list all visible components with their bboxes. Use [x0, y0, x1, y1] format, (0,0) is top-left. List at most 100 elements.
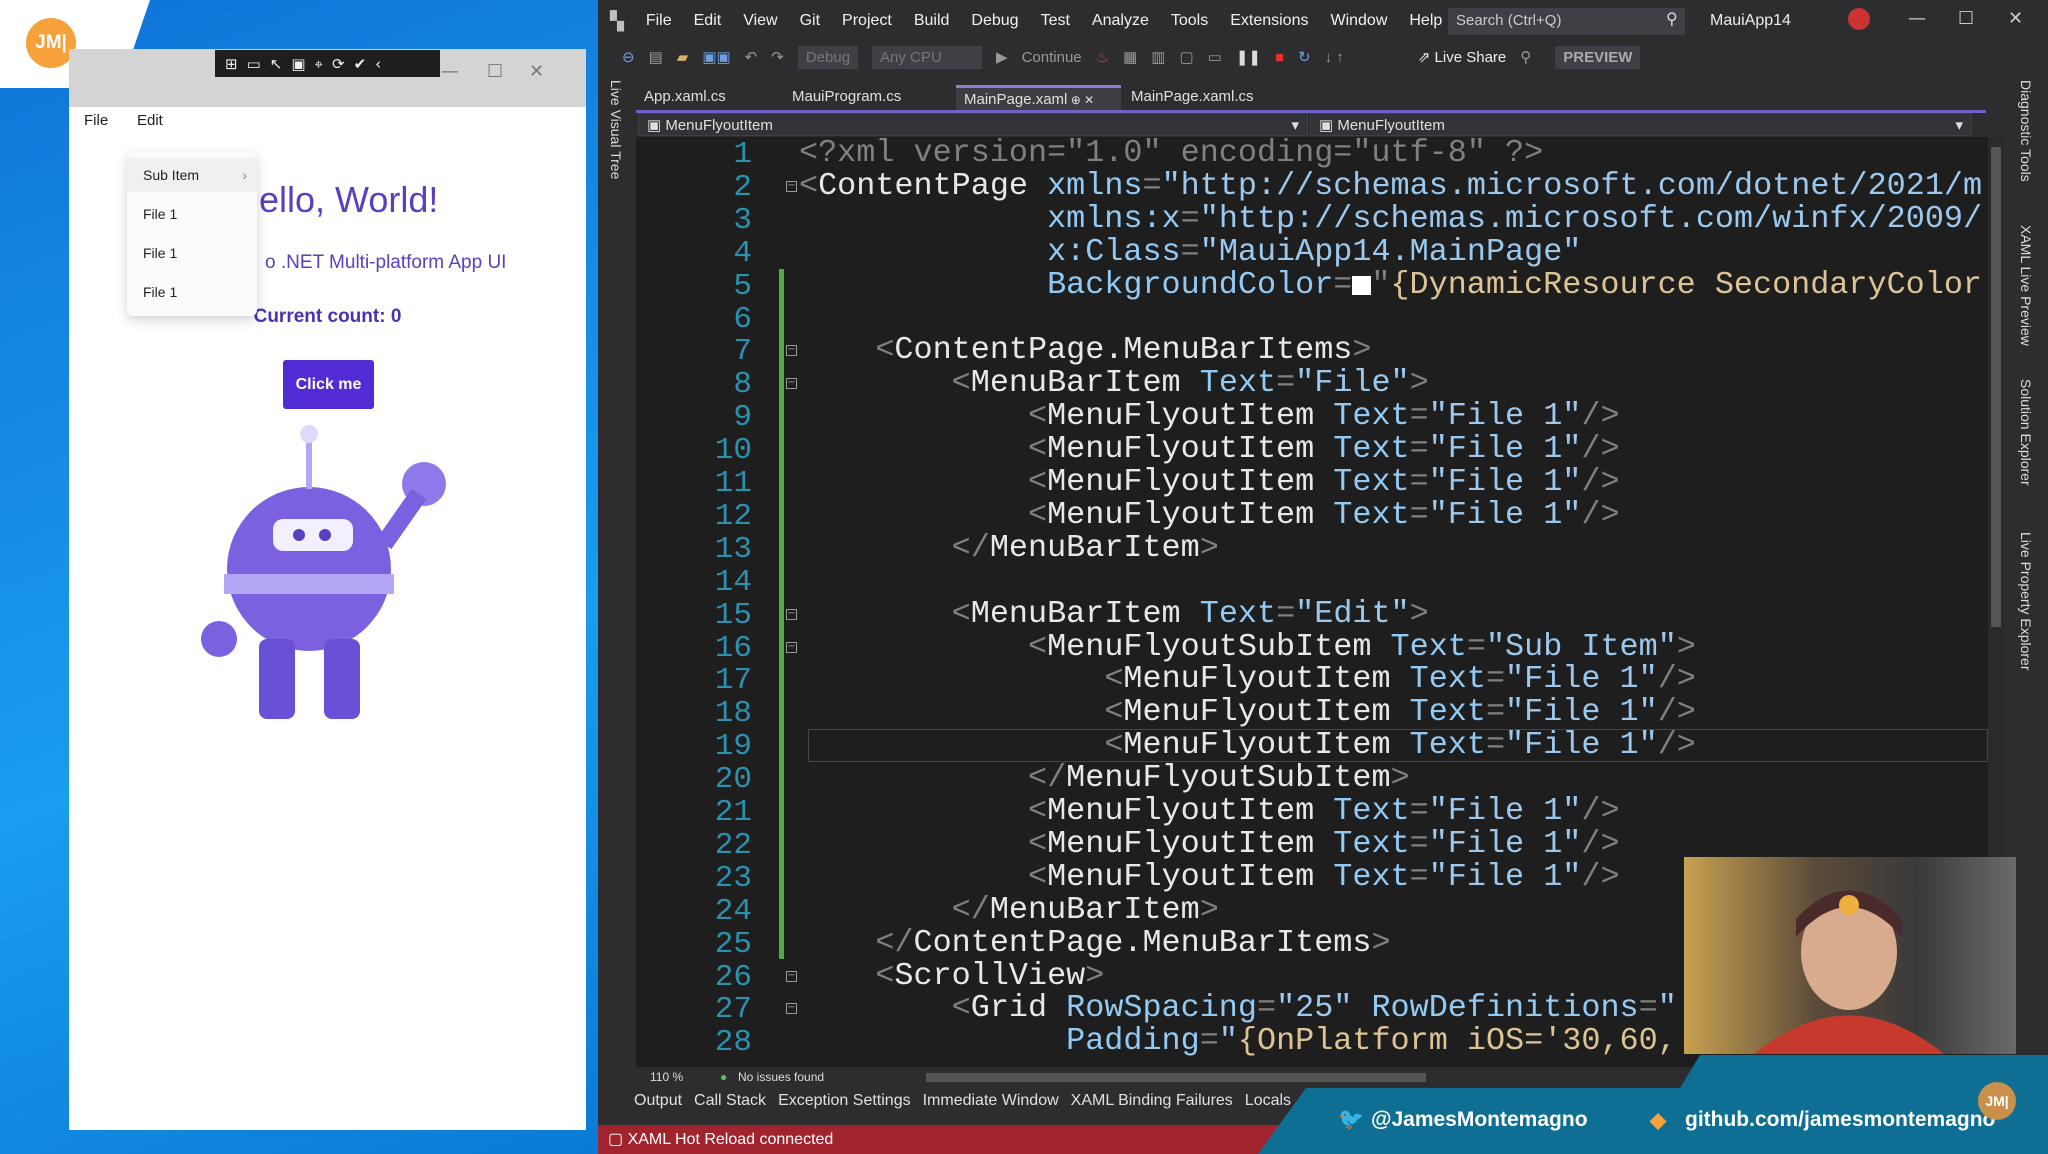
- vs-menu-edit[interactable]: Edit: [694, 12, 722, 30]
- code-line[interactable]: <MenuBarItem Text="File">: [799, 365, 1429, 401]
- code-line[interactable]: </MenuBarItem>: [799, 892, 1219, 928]
- code-line[interactable]: <ContentPage xmlns="http://schemas.micro…: [799, 168, 1982, 204]
- menu-item-file-1[interactable]: File 1: [127, 197, 257, 231]
- vs-menu-extensions[interactable]: Extensions: [1230, 12, 1308, 30]
- vs-minimize-button[interactable]: —: [1908, 8, 1926, 29]
- code-line[interactable]: <MenuFlyoutItem Text="File 1"/>: [799, 661, 1696, 697]
- nav-dropdown-left[interactable]: ▣ MenuFlyoutItem ▾: [638, 113, 1308, 136]
- fold-toggle-icon[interactable]: −: [786, 180, 797, 192]
- fold-toggle-icon[interactable]: −: [786, 641, 797, 653]
- continue-button[interactable]: Continue: [1022, 49, 1082, 66]
- menu-item-file-1[interactable]: File 1: [127, 275, 257, 309]
- save-all-icon[interactable]: ▣▣: [702, 48, 730, 66]
- undo-icon[interactable]: ↶: [745, 48, 758, 66]
- tab-pin-close-icon[interactable]: ⊕ ✕: [1067, 93, 1094, 107]
- tool-icon[interactable]: ▥: [1151, 48, 1165, 66]
- live-share-button[interactable]: ⇗ Live Share: [1418, 48, 1506, 66]
- vs-menu-build[interactable]: Build: [914, 12, 950, 30]
- vs-menu-tools[interactable]: Tools: [1171, 12, 1208, 30]
- vs-menu-test[interactable]: Test: [1041, 12, 1070, 30]
- tool-tab-call-stack[interactable]: Call Stack: [694, 1092, 766, 1110]
- tool-tab-exception-settings[interactable]: Exception Settings: [778, 1092, 911, 1110]
- collapse-icon[interactable]: ‹: [375, 55, 381, 73]
- nav-dropdown-right[interactable]: ▣ MenuFlyoutItem ▾: [1310, 113, 1972, 136]
- video-icon[interactable]: ▭: [247, 55, 261, 73]
- panel-tab-live-property-explorer[interactable]: Live Property Explorer: [2018, 532, 2034, 671]
- fold-toggle-icon[interactable]: −: [786, 1003, 797, 1015]
- menu-item-sub-item[interactable]: Sub Item ›: [127, 158, 257, 192]
- code-line[interactable]: <ScrollView>: [799, 958, 1104, 994]
- open-folder-icon[interactable]: ▰: [677, 48, 689, 66]
- search-input[interactable]: Search (Ctrl+Q): [1448, 8, 1685, 35]
- fold-toggle-icon[interactable]: −: [786, 970, 797, 982]
- menu-file[interactable]: File: [84, 112, 108, 129]
- menu-item-file-1[interactable]: File 1: [127, 236, 257, 270]
- click-me-button[interactable]: Click me: [283, 360, 374, 409]
- panel-tab-solution-explorer[interactable]: Solution Explorer: [2018, 379, 2034, 486]
- code-line[interactable]: <MenuFlyoutItem Text="File 1"/>: [799, 826, 1620, 862]
- tab-mauiprogram-cs[interactable]: MauiProgram.cs: [784, 85, 954, 111]
- fold-toggle-icon[interactable]: −: [786, 345, 797, 357]
- horizontal-scrollbar[interactable]: [926, 1073, 1426, 1082]
- vs-maximize-button[interactable]: ☐: [1958, 8, 1974, 29]
- new-project-icon[interactable]: ▤: [649, 48, 663, 66]
- live-visual-tree-tab[interactable]: Live Visual Tree: [608, 80, 624, 179]
- code-line[interactable]: x:Class="MauiApp14.MainPage": [799, 234, 1581, 270]
- fold-toggle-icon[interactable]: −: [786, 608, 797, 620]
- panel-tab-xaml-live-preview[interactable]: XAML Live Preview: [2018, 225, 2034, 346]
- select-element-icon[interactable]: ↖: [270, 55, 283, 73]
- track-focus-icon[interactable]: ⌖: [315, 55, 323, 73]
- hot-reload-icon[interactable]: ⟳: [332, 55, 345, 73]
- tool-icon[interactable]: ▢: [1179, 48, 1193, 66]
- tool-icon[interactable]: ▭: [1208, 48, 1222, 66]
- stop-icon[interactable]: ■: [1275, 49, 1284, 66]
- code-line[interactable]: <MenuFlyoutItem Text="File 1"/>: [799, 398, 1620, 434]
- fold-toggle-icon[interactable]: −: [786, 378, 797, 390]
- vs-menu-debug[interactable]: Debug: [971, 12, 1018, 30]
- scroll-thumb[interactable]: [1991, 147, 2001, 627]
- code-line[interactable]: BackgroundColor= "{DynamicResource Second…: [799, 267, 1982, 303]
- code-line[interactable]: xmlns:x="http://schemas.microsoft.com/wi…: [799, 201, 1982, 237]
- feedback-icon[interactable]: ⚲: [1520, 48, 1531, 66]
- menu-edit[interactable]: Edit: [137, 112, 163, 129]
- tool-tab-xaml-binding-failures[interactable]: XAML Binding Failures: [1071, 1092, 1233, 1110]
- code-line[interactable]: <?xml version="1.0" encoding="utf-8" ?>: [799, 137, 1543, 171]
- code-line[interactable]: <ContentPage.MenuBarItems>: [799, 332, 1371, 368]
- pause-icon[interactable]: ❚❚: [1236, 48, 1261, 66]
- maximize-button[interactable]: ☐: [487, 61, 503, 82]
- code-line[interactable]: <MenuFlyoutItem Text="File 1"/>: [799, 497, 1620, 533]
- code-line[interactable]: <MenuFlyoutItem Text="File 1"/>: [799, 431, 1620, 467]
- restart-icon[interactable]: ↻: [1298, 48, 1311, 66]
- live-visual-tree-icon[interactable]: ⊞: [225, 55, 238, 73]
- vs-menu-window[interactable]: Window: [1330, 12, 1387, 30]
- back-icon[interactable]: ⊖: [622, 48, 635, 66]
- tool-tab-immediate-window[interactable]: Immediate Window: [923, 1092, 1059, 1110]
- vs-menu-analyze[interactable]: Analyze: [1092, 12, 1149, 30]
- panel-tab-diagnostic-tools[interactable]: Diagnostic Tools: [2018, 80, 2034, 182]
- tool-tab-output[interactable]: Output: [634, 1092, 682, 1110]
- preview-badge[interactable]: PREVIEW: [1555, 45, 1641, 69]
- zoom-level[interactable]: 110 %: [650, 1070, 683, 1084]
- vs-menu-view[interactable]: View: [743, 12, 777, 30]
- code-line[interactable]: <Grid RowSpacing="25" RowDefinitions=": [799, 990, 1677, 1026]
- tab-mainpage-xaml[interactable]: MainPage.xaml ⊕ ✕: [956, 85, 1121, 111]
- tool-icon[interactable]: ▦: [1123, 48, 1137, 66]
- display-layout-icon[interactable]: ▣: [291, 55, 305, 73]
- step-icon[interactable]: ↓ ↑: [1325, 49, 1344, 66]
- config-dropdown[interactable]: Debug: [797, 45, 859, 69]
- code-line[interactable]: <MenuFlyoutItem Text="File 1"/>: [799, 859, 1620, 895]
- redo-icon[interactable]: ↷: [771, 48, 784, 66]
- issues-status[interactable]: No issues found: [738, 1070, 824, 1084]
- platform-dropdown[interactable]: Any CPU: [872, 45, 983, 69]
- vs-menu-project[interactable]: Project: [842, 12, 892, 30]
- tool-tab-locals[interactable]: Locals: [1245, 1092, 1291, 1110]
- vs-menu-help[interactable]: Help: [1409, 12, 1442, 30]
- minimize-button[interactable]: —: [441, 61, 459, 82]
- account-avatar[interactable]: [1848, 8, 1870, 30]
- tab-mainpage-xaml-cs[interactable]: MainPage.xaml.cs: [1123, 85, 1293, 111]
- code-line[interactable]: </ContentPage.MenuBarItems>: [799, 925, 1390, 961]
- code-line[interactable]: <MenuFlyoutSubItem Text="Sub Item">: [799, 629, 1696, 665]
- vs-close-button[interactable]: ✕: [2008, 8, 2023, 29]
- code-line[interactable]: Padding="{OnPlatform iOS='30,60,: [799, 1023, 1677, 1059]
- code-line[interactable]: </MenuFlyoutSubItem>: [799, 760, 1410, 796]
